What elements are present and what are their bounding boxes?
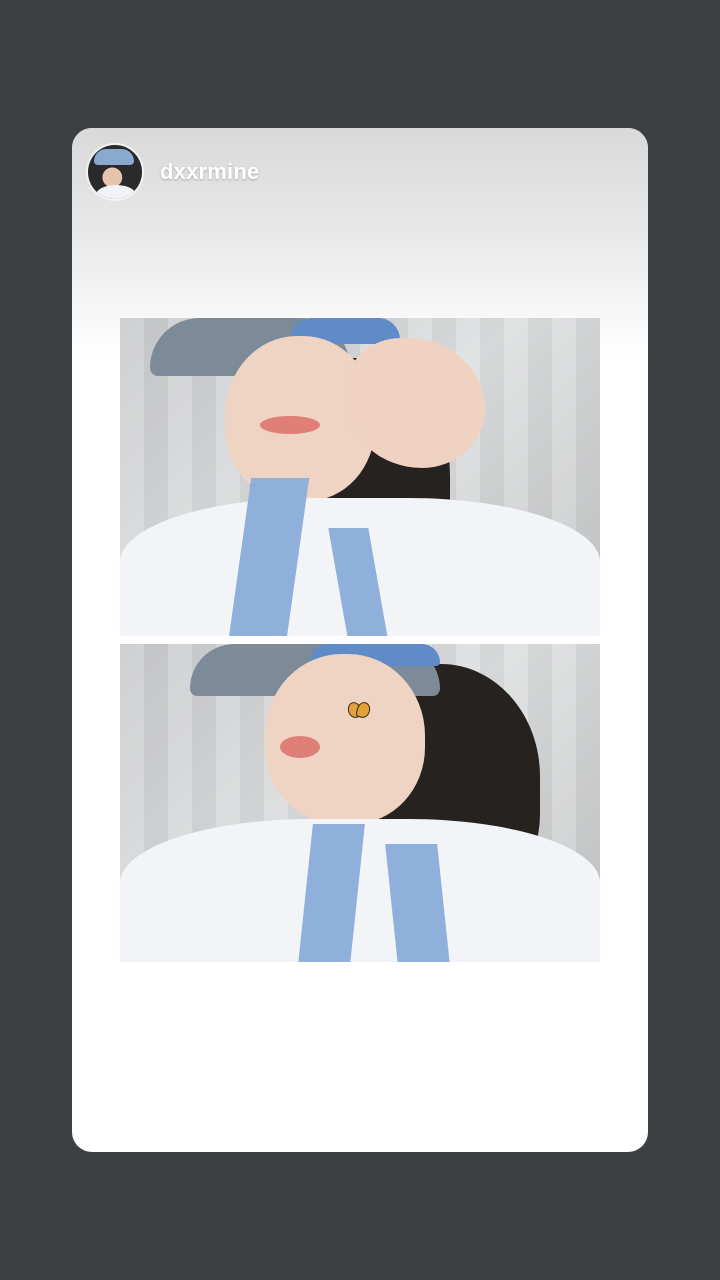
story-header: dxxrmine [88,144,259,200]
avatar-cap [94,149,134,165]
butterfly-sticker-icon [348,702,370,718]
avatar-shirt [96,185,136,199]
story-card[interactable]: dxxrmine [72,128,648,1152]
story-photo-2 [120,644,600,962]
story-photo-1 [120,318,600,636]
username[interactable]: dxxrmine [160,159,259,185]
photo-lips [280,736,320,758]
photo-lips [260,416,320,434]
story-viewer: dxxrmine [0,0,720,1280]
user-avatar[interactable] [88,145,142,199]
